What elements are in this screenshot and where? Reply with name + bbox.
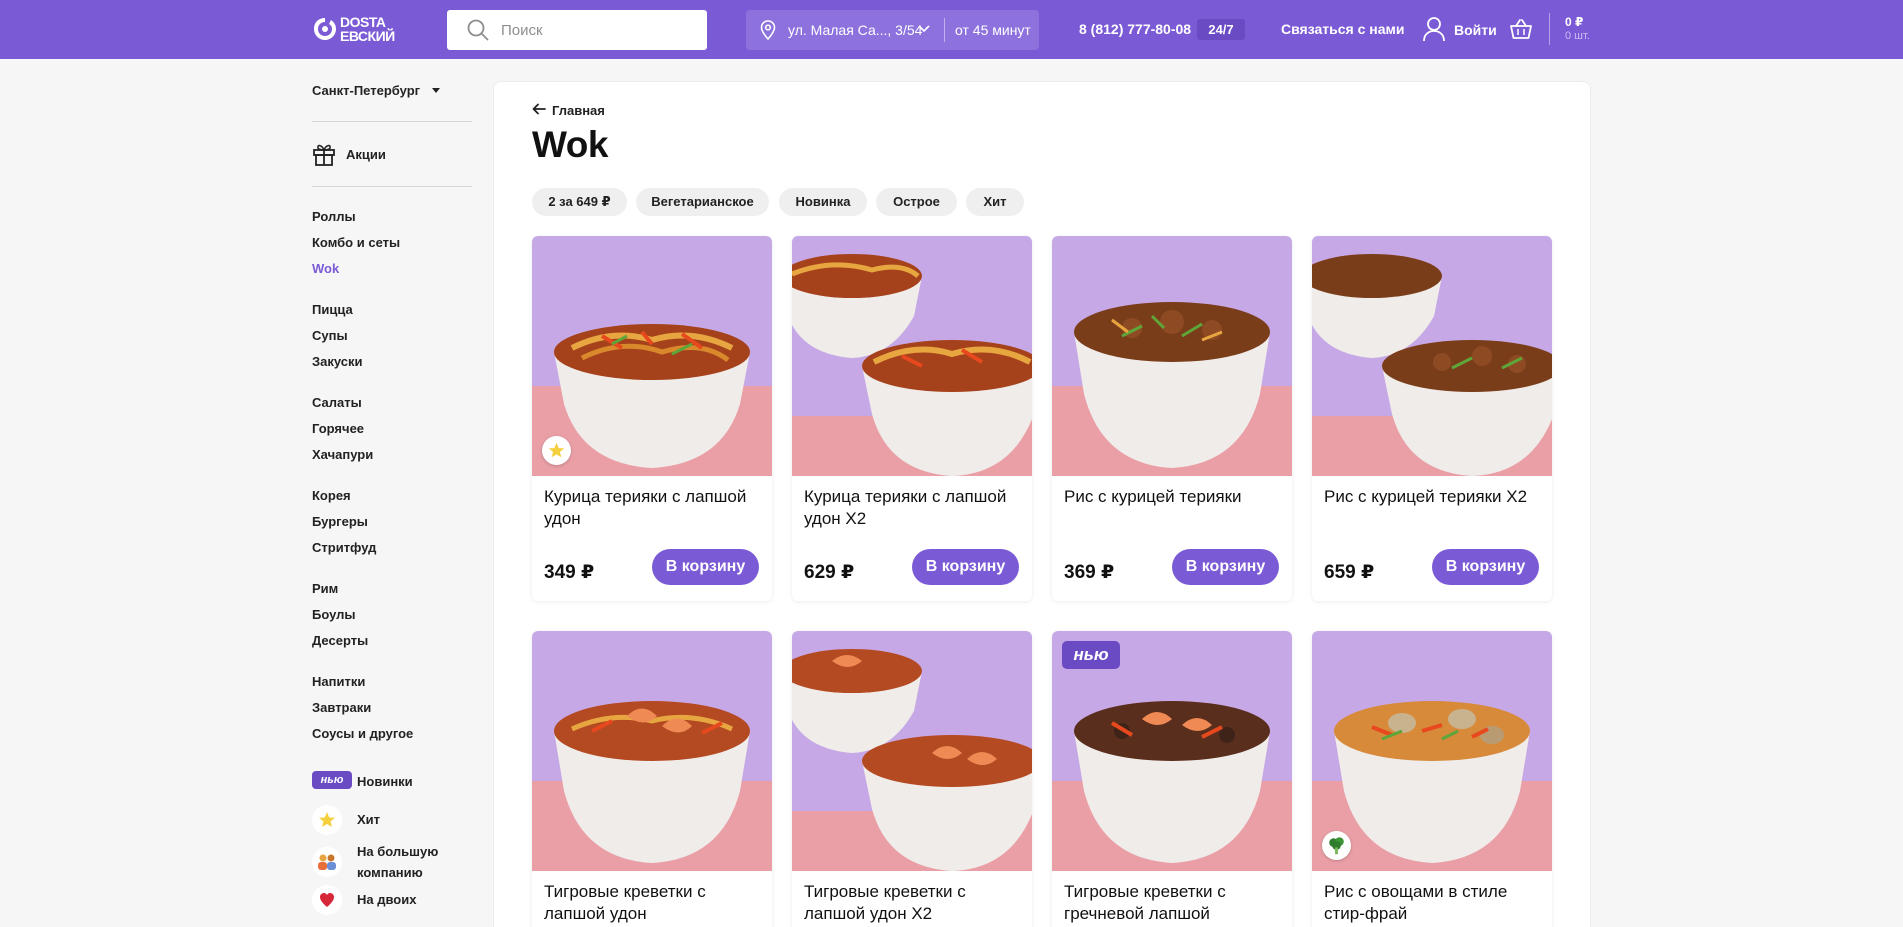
gift-icon [313, 144, 335, 166]
product-name[interactable]: Курица терияки с лапшой удон Х2 [804, 486, 1024, 530]
sidebar-tag-label: На двоих [357, 892, 417, 907]
heart-icon [312, 885, 342, 915]
caret-down-icon[interactable] [432, 88, 440, 93]
address-selector[interactable]: ул. Малая Са..., 3/54 от 45 минут [746, 10, 1039, 50]
sidebar-item-pizza[interactable]: Пицца [312, 302, 353, 317]
product-card[interactable]: Курица терияки с лапшой удон 349 ₽ В кор… [532, 236, 772, 601]
search-box[interactable] [447, 10, 707, 50]
location-pin-icon [760, 20, 776, 40]
logo[interactable]: DOSTA ЕВСКИЙ [312, 12, 414, 46]
star-icon [312, 805, 342, 835]
filter-chip[interactable]: Вегетарианское [636, 188, 769, 216]
sidebar-tag-label: Новинки [357, 774, 413, 789]
sidebar-item-salads[interactable]: Салаты [312, 395, 362, 410]
sidebar-item-wok[interactable]: Wok [312, 261, 339, 276]
sidebar-item-bowls[interactable]: Боулы [312, 607, 356, 622]
product-card[interactable]: Курица терияки с лапшой удон Х2 629 ₽ В … [792, 236, 1032, 601]
divider [312, 186, 472, 187]
product-price: 369 ₽ [1064, 562, 1115, 583]
add-to-cart-button[interactable]: В корзину [652, 549, 759, 585]
sidebar-item-korea[interactable]: Корея [312, 488, 351, 503]
sidebar-item-soups[interactable]: Супы [312, 328, 348, 343]
sidebar-item-khachapuri[interactable]: Хачапури [312, 447, 373, 462]
search-input[interactable] [501, 10, 696, 50]
filter-chip[interactable]: 2 за 649 ₽ [532, 188, 627, 216]
product-price: 349 ₽ [544, 562, 595, 583]
city-selector[interactable]: Санкт-Петербург [312, 83, 420, 98]
sidebar-item-breakfast[interactable]: Завтраки [312, 700, 371, 715]
sidebar-item-streetfood[interactable]: Стритфуд [312, 540, 376, 555]
sidebar-item-desserts[interactable]: Десерты [312, 633, 368, 648]
filter-chip[interactable]: Острое [876, 188, 957, 216]
divider [312, 121, 472, 122]
sidebar-tag-couple[interactable]: На двоих [312, 885, 472, 915]
arrow-left-icon [532, 103, 546, 115]
sidebar-tag-hit[interactable]: Хит [312, 805, 472, 835]
product-name[interactable]: Рис с курицей терияки [1064, 486, 1284, 508]
phone-link[interactable]: 8 (812) 777-80-08 [1079, 21, 1191, 37]
product-image[interactable] [1052, 236, 1292, 476]
product-card[interactable]: Рис с овощами в стиле стир-фрай [1312, 631, 1552, 927]
product-card[interactable]: Рис с курицей терияки Х2 659 ₽ В корзину [1312, 236, 1552, 601]
broccoli-icon [1322, 831, 1351, 860]
sidebar-item-burgers[interactable]: Бургеры [312, 514, 368, 529]
logo-text: DOSTA ЕВСКИЙ [340, 14, 395, 44]
filter-chip[interactable]: Хит [966, 188, 1024, 216]
sidebar-item-drinks[interactable]: Напитки [312, 674, 365, 689]
add-to-cart-button[interactable]: В корзину [912, 549, 1019, 585]
sidebar-item-snacks[interactable]: Закуски [312, 354, 363, 369]
page-title: Wok [532, 124, 608, 165]
add-to-cart-button[interactable]: В корзину [1172, 549, 1279, 585]
top-header: DOSTA ЕВСКИЙ ул. Малая Са..., 3/54 от 45… [0, 0, 1903, 59]
login-label: Войти [1454, 22, 1497, 38]
sidebar-item-sauces[interactable]: Соусы и другое [312, 726, 413, 741]
star-icon [542, 436, 571, 465]
new-badge: нью [1062, 641, 1120, 669]
sidebar-item-label: Акции [346, 147, 386, 162]
basket-icon[interactable] [1509, 18, 1533, 40]
product-name[interactable]: Тигровые креветки с гречневой лапшой [1064, 881, 1284, 925]
product-card[interactable]: нью Тигровые креветки с гречневой лапшой [1052, 631, 1292, 927]
cart-count[interactable]: 0 шт. [1565, 30, 1590, 42]
product-name[interactable]: Рис с курицей терияки Х2 [1324, 486, 1544, 508]
add-to-cart-button[interactable]: В корзину [1432, 549, 1539, 585]
product-name[interactable]: Рис с овощами в стиле стир-фрай [1324, 881, 1544, 925]
people-icon [312, 847, 342, 877]
address-text: ул. Малая Са..., 3/54 [788, 22, 923, 38]
user-icon [1423, 17, 1445, 42]
divider [1549, 13, 1550, 45]
contact-link[interactable]: Связаться с нами [1281, 21, 1404, 37]
product-name[interactable]: Тигровые креветки с лапшой удон [544, 881, 764, 925]
search-icon [467, 19, 489, 41]
logo-icon [314, 18, 336, 40]
product-image[interactable] [792, 236, 1032, 476]
sidebar-item-combo[interactable]: Комбо и сеты [312, 235, 400, 250]
sidebar-tag-company[interactable]: На большую компанию [312, 841, 472, 885]
sidebar-tag-label: На большую компанию [357, 844, 439, 880]
cart-sum[interactable]: 0 ₽ [1565, 15, 1583, 29]
new-badge: нью [312, 771, 352, 789]
back-label: Главная [552, 103, 605, 118]
product-image[interactable] [1312, 236, 1552, 476]
product-price: 659 ₽ [1324, 562, 1375, 583]
sidebar-tag-label: Хит [357, 812, 381, 827]
product-card[interactable]: Тигровые креветки с лапшой удон Х2 [792, 631, 1032, 927]
sidebar-item-rolls[interactable]: Роллы [312, 209, 356, 224]
sidebar-item-hot[interactable]: Горячее [312, 421, 364, 436]
product-name[interactable]: Тигровые креветки с лапшой удон Х2 [804, 881, 1024, 925]
product-name[interactable]: Курица терияки с лапшой удон [544, 486, 764, 530]
product-image[interactable] [792, 631, 1032, 871]
sidebar-item-rome[interactable]: Рим [312, 581, 338, 596]
hours-badge: 24/7 [1197, 19, 1245, 40]
chevron-down-icon [918, 25, 930, 33]
sidebar-tag-new[interactable]: нью Новинки [312, 767, 472, 791]
product-image[interactable] [532, 631, 772, 871]
product-card[interactable]: Тигровые креветки с лапшой удон [532, 631, 772, 927]
delivery-time: от 45 минут [955, 22, 1031, 38]
product-card[interactable]: Рис с курицей терияки 369 ₽ В корзину [1052, 236, 1292, 601]
product-price: 629 ₽ [804, 562, 855, 583]
filter-chip[interactable]: Новинка [779, 188, 867, 216]
divider [944, 18, 945, 42]
